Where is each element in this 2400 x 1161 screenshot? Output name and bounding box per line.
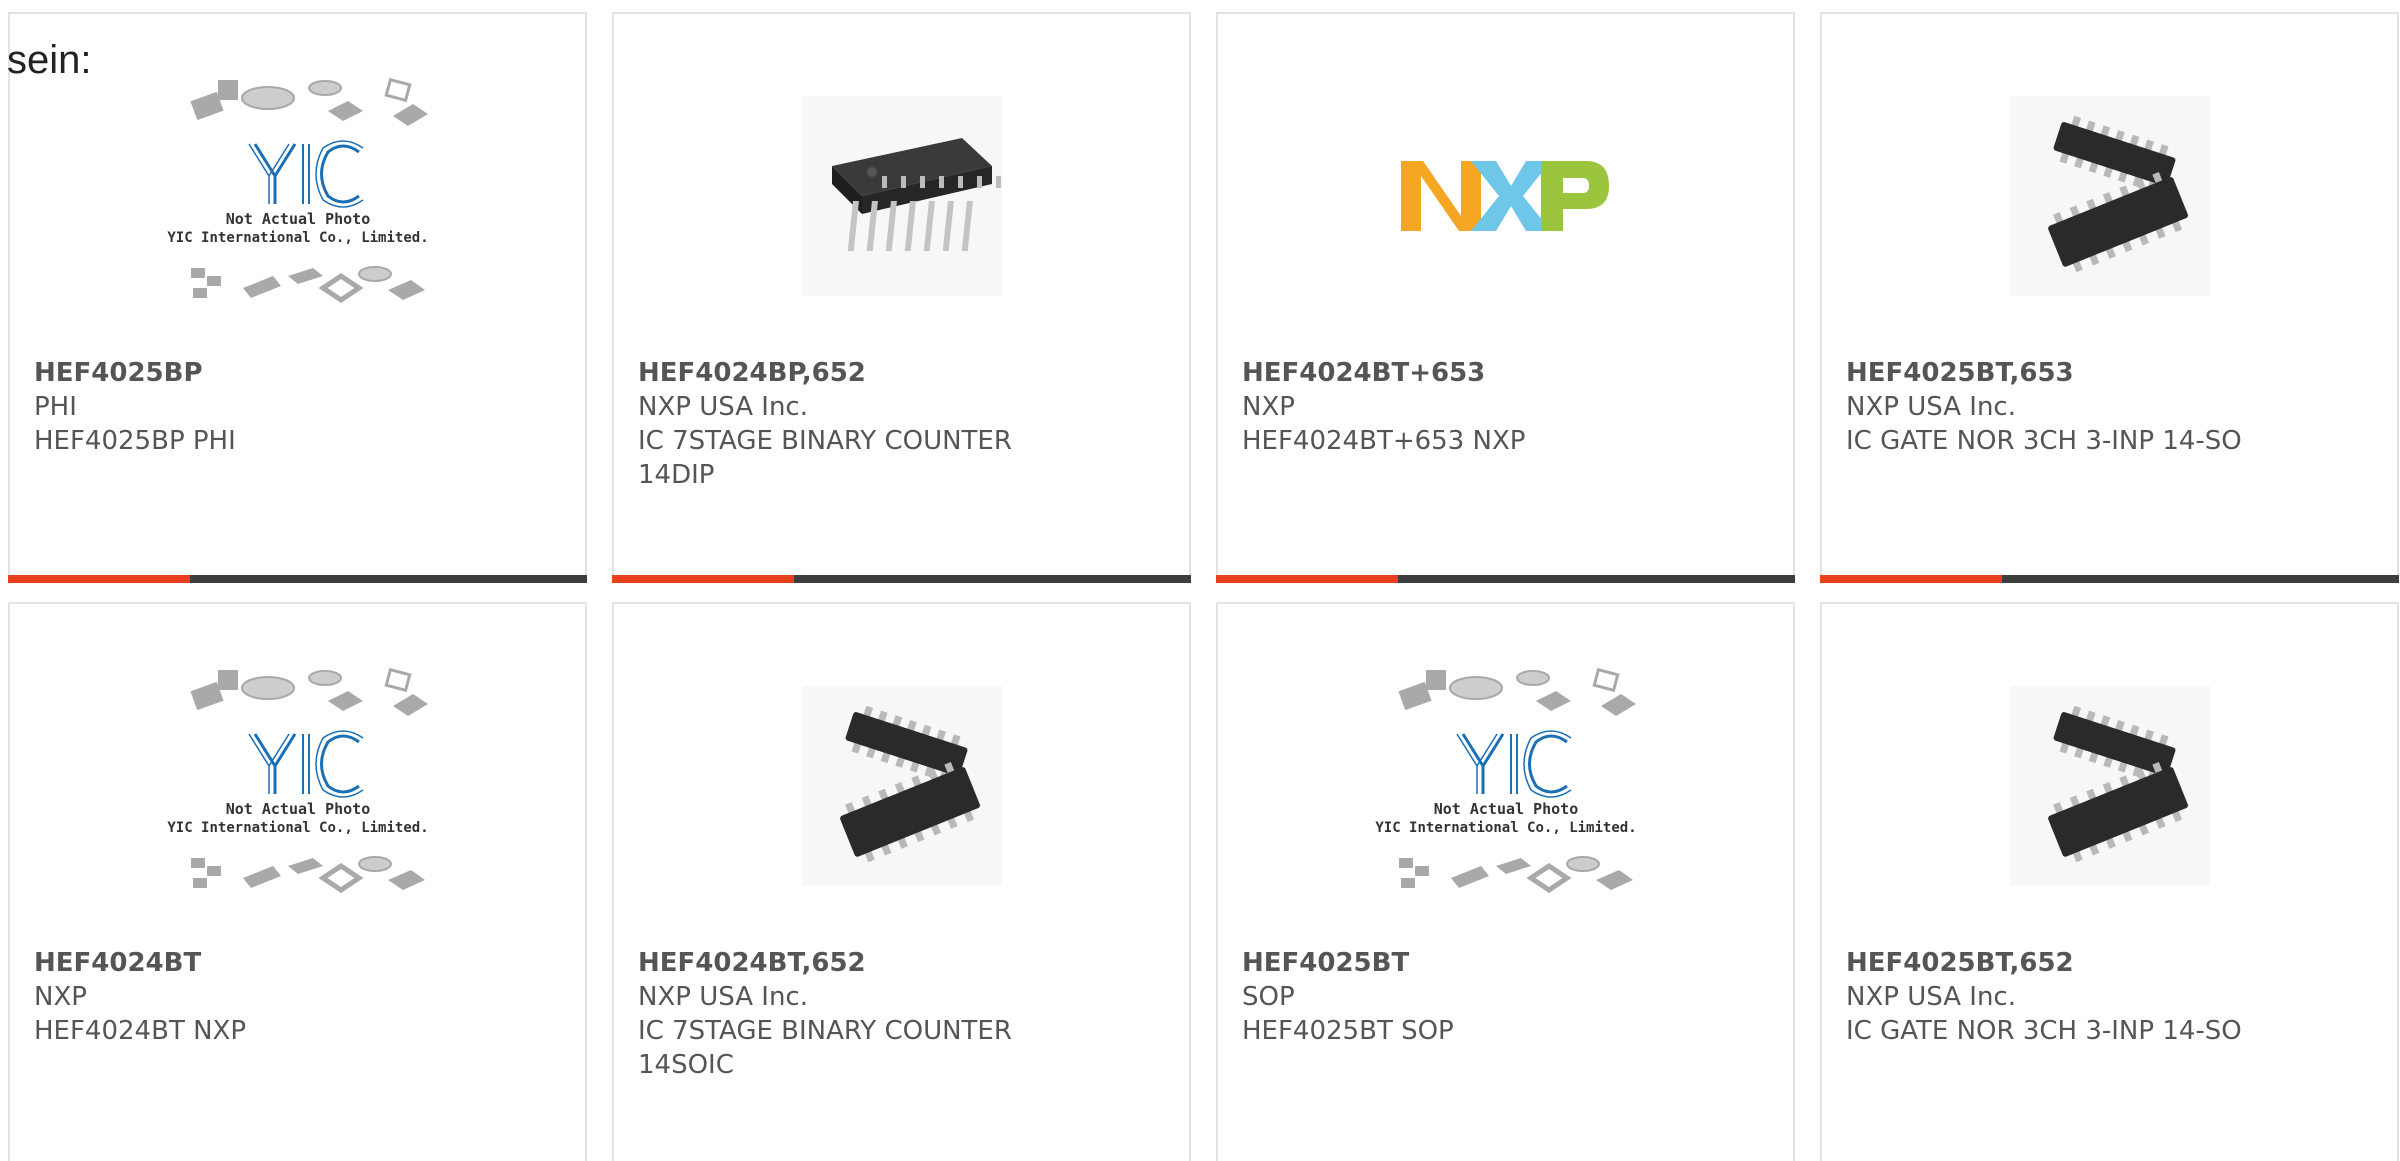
manufacturer: NXP <box>34 982 87 1012</box>
soic-chip-image <box>2009 96 2210 296</box>
part-number[interactable]: HEF4025BT <box>1242 946 1763 980</box>
placeholder-caption-2: YIC International Co., Limited. <box>167 820 428 836</box>
placeholder-image: Not Actual Photo YIC International Co., … <box>167 77 428 304</box>
manufacturer: NXP USA Inc. <box>1846 392 2016 422</box>
placeholder-caption-2: YIC International Co., Limited. <box>167 230 428 246</box>
part-number[interactable]: HEF4025BT,652 <box>1846 946 2367 980</box>
product-card[interactable]: HEF4024BT,652 NXP USA Inc. IC 7STAGE BINAR… <box>612 602 1191 1161</box>
product-card[interactable]: HEF4025BT,652 NXP USA Inc. IC GATE NOR 3CH… <box>1820 602 2399 1161</box>
part-number[interactable]: HEF4025BP <box>34 356 555 390</box>
product-card[interactable]: Not Actual Photo YIC International Co., … <box>8 602 587 1161</box>
part-number[interactable]: HEF4024BT <box>34 946 555 980</box>
manufacturer: NXP USA Inc. <box>638 982 808 1012</box>
manufacturer: NXP USA Inc. <box>1846 982 2016 1012</box>
product-info: HEF4025BP PHI HEF4025BP PHI <box>34 356 555 458</box>
product-info: HEF4025BT,652 NXP USA Inc. IC GATE NOR 3CH… <box>1846 946 2367 1048</box>
product-info: HEF4024BT NXP HEF4024BT NXP <box>34 946 555 1048</box>
product-grid: Not Actual Photo YIC International Co., … <box>8 12 2399 1161</box>
product-image[interactable] <box>1975 96 2245 296</box>
placeholder-image: Not Actual Photo YIC International Co., … <box>167 667 428 894</box>
product-image[interactable]: Not Actual Photo YIC International Co., … <box>163 667 433 894</box>
placeholder-caption-1: Not Actual Photo <box>1433 800 1578 818</box>
part-number[interactable]: HEF4024BT,652 <box>638 946 1159 980</box>
part-number[interactable]: HEF4024BP,652 <box>638 356 1159 390</box>
card-accent-bar <box>1820 575 2399 583</box>
product-card[interactable]: HEF4024BT+653 NXP HEF4024BT+653 NXP <box>1216 12 1795 583</box>
description: HEF4025BP PHI <box>34 426 236 456</box>
product-info: HEF4024BT,652 NXP USA Inc. IC 7STAGE BINAR… <box>638 946 1159 1082</box>
placeholder-image: Not Actual Photo YIC International Co., … <box>1375 667 1636 894</box>
placeholder-caption-1: Not Actual Photo <box>225 800 370 818</box>
dip-chip-image <box>801 96 1002 296</box>
description: IC 7STAGE BINARY COUNTER 14DIP <box>638 426 1012 490</box>
product-image[interactable]: Not Actual Photo YIC International Co., … <box>163 77 433 304</box>
product-info: HEF4024BT+653 NXP HEF4024BT+653 NXP <box>1242 356 1763 458</box>
description: IC GATE NOR 3CH 3-INP 14-SO <box>1846 426 2242 456</box>
placeholder-caption-1: Not Actual Photo <box>225 210 370 228</box>
product-card[interactable]: HEF4025BT,653 NXP USA Inc. IC GATE NOR 3CH… <box>1820 12 2399 583</box>
product-info: HEF4025BT SOP HEF4025BT SOP <box>1242 946 1763 1048</box>
manufacturer: NXP <box>1242 392 1295 422</box>
soic-chip-image <box>2009 686 2210 886</box>
description: HEF4024BT NXP <box>34 1016 247 1046</box>
placeholder-caption-2: YIC International Co., Limited. <box>1375 820 1636 836</box>
card-accent-bar <box>612 575 1191 583</box>
product-info: HEF4024BP,652 NXP USA Inc. IC 7STAGE BINAR… <box>638 356 1159 492</box>
manufacturer: SOP <box>1242 982 1295 1012</box>
description: HEF4024BT+653 NXP <box>1242 426 1526 456</box>
manufacturer: NXP USA Inc. <box>638 392 808 422</box>
part-number[interactable]: HEF4024BT+653 <box>1242 356 1763 390</box>
product-image[interactable] <box>1975 686 2245 886</box>
manufacturer: PHI <box>34 392 77 422</box>
description: IC 7STAGE BINARY COUNTER 14SOIC <box>638 1016 1012 1080</box>
description: IC GATE NOR 3CH 3-INP 14-SO <box>1846 1016 2242 1046</box>
soic-chip-image <box>801 686 1002 886</box>
product-image[interactable] <box>767 96 1037 296</box>
product-image[interactable] <box>767 686 1037 886</box>
product-card[interactable]: Not Actual Photo YIC International Co., … <box>1216 602 1795 1161</box>
product-info: HEF4025BT,653 NXP USA Inc. IC GATE NOR 3CH… <box>1846 356 2367 458</box>
description: HEF4025BT SOP <box>1242 1016 1454 1046</box>
product-card[interactable]: Not Actual Photo YIC International Co., … <box>8 12 587 583</box>
product-card[interactable]: HEF4024BP,652 NXP USA Inc. IC 7STAGE BINAR… <box>612 12 1191 583</box>
part-number[interactable]: HEF4025BT,653 <box>1846 356 2367 390</box>
intro-text: sein: <box>7 38 92 82</box>
card-accent-bar <box>8 575 587 583</box>
product-image[interactable]: Not Actual Photo YIC International Co., … <box>1371 667 1641 894</box>
card-accent-bar <box>1216 575 1795 583</box>
product-image[interactable] <box>1371 96 1641 296</box>
nxp-logo-image <box>1400 161 1609 231</box>
